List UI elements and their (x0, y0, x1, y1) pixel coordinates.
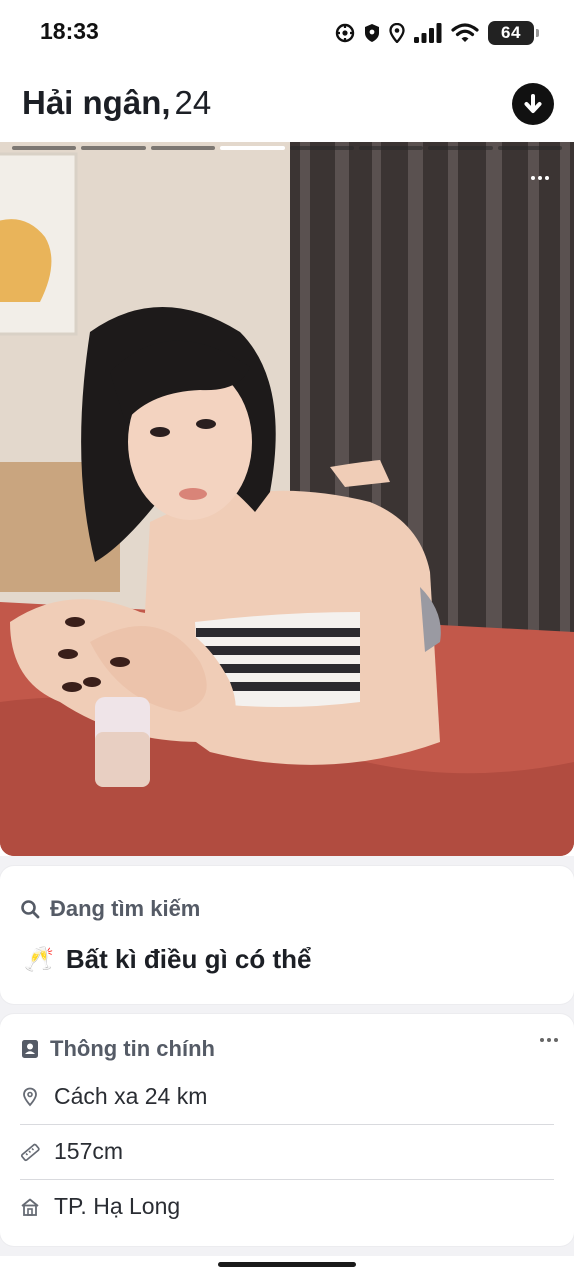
status-time: 18:33 (40, 18, 99, 44)
progress-segment[interactable] (150, 146, 216, 150)
signal-icon (414, 23, 442, 43)
progress-segment[interactable] (497, 146, 562, 150)
info-row-hometown: TP. Hạ Long (20, 1179, 554, 1234)
progress-segment[interactable] (358, 146, 424, 150)
home-indicator[interactable] (218, 1262, 356, 1267)
profile-header: Hải ngân, 24 (0, 66, 574, 142)
looking-for-heading: Đang tìm kiếm (20, 896, 200, 922)
wifi-icon (451, 23, 479, 42)
shield-location-icon (365, 24, 379, 42)
info-row-height: 157cm (20, 1124, 554, 1179)
focus-icon (335, 23, 355, 43)
profile-name: Hải ngân, (22, 84, 171, 121)
profile-photo[interactable] (0, 142, 574, 856)
basics-heading-text: Thông tin chính (50, 1036, 215, 1061)
progress-segment-active[interactable] (220, 146, 285, 150)
more-dot (538, 176, 542, 180)
height-text: 157cm (54, 1138, 124, 1164)
collapse-profile-button[interactable] (512, 83, 554, 125)
distance-text: Cách xa 24 km (54, 1083, 208, 1109)
basics-more-button[interactable] (540, 1038, 558, 1042)
home-icon (20, 1197, 40, 1217)
profile-age: 24 (174, 84, 212, 121)
basics-heading: Thông tin chính (20, 1036, 215, 1062)
status-icons: 64 (335, 20, 539, 46)
battery-icon: 64 (488, 21, 539, 45)
search-icon (21, 900, 40, 919)
progress-segment[interactable] (81, 146, 146, 150)
profile-title: Hải ngân, 24 (22, 84, 211, 122)
basics-card: Thông tin chính Cách xa 24 km 157cm TP. … (0, 1014, 574, 1246)
looking-for-heading-text: Đang tìm kiếm (50, 896, 201, 921)
arrow-down-icon (524, 94, 542, 113)
more-dot (540, 1038, 544, 1042)
hometown-text: TP. Hạ Long (54, 1193, 181, 1219)
more-dot (554, 1038, 558, 1042)
photo-more-button[interactable] (526, 168, 554, 188)
location-icon (389, 23, 405, 43)
ruler-icon (20, 1142, 40, 1162)
cheers-icon: 🥂 (24, 946, 54, 973)
status-bar: 18:33 64 (0, 0, 574, 66)
more-dot (531, 176, 535, 180)
photo-progress (12, 146, 562, 151)
progress-segment[interactable] (428, 146, 493, 150)
photo-scene (0, 142, 574, 856)
looking-for-card: Đang tìm kiếm 🥂 Bất kì điều gì có thể (0, 866, 574, 1004)
progress-segment[interactable] (289, 146, 354, 150)
id-card-icon (22, 1040, 38, 1058)
more-dot (547, 1038, 551, 1042)
battery-level: 64 (501, 23, 521, 42)
looking-for-text: Bất kì điều gì có thể (65, 944, 312, 974)
looking-for-value: 🥂 Bất kì điều gì có thể (24, 944, 311, 975)
progress-segment[interactable] (12, 146, 77, 150)
more-dot (545, 176, 549, 180)
location-pin-icon (20, 1087, 40, 1107)
info-row-distance: Cách xa 24 km (20, 1069, 554, 1124)
